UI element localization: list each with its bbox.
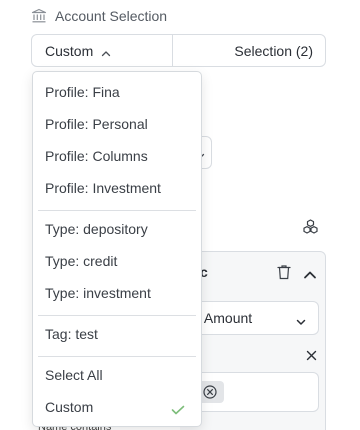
menu-item-profile-investment[interactable]: Profile: Investment (33, 174, 201, 202)
chevron-up-icon (101, 46, 111, 56)
menu-item-label: Profile: Investment (45, 180, 161, 196)
custom-dropdown-button[interactable]: Custom (32, 35, 173, 66)
chevron-down-icon (296, 314, 306, 325)
account-selection-panel: Account Selection Custom Selection (2) t… (0, 0, 360, 430)
selection-count-button[interactable]: Selection (2) (173, 35, 325, 66)
menu-item-label: Profile: Columns (45, 148, 148, 164)
menu-item-label: Tag: test (45, 326, 98, 342)
cubes-icon[interactable] (302, 219, 319, 235)
menu-divider (38, 210, 196, 211)
check-icon (171, 402, 185, 415)
menu-item-label: Profile: Personal (45, 116, 148, 132)
menu-item-tag-test[interactable]: Tag: test (33, 320, 201, 348)
section-header: Account Selection (31, 6, 167, 26)
menu-item-label: Type: credit (45, 253, 118, 269)
menu-divider (38, 315, 196, 316)
menu-divider (38, 356, 196, 357)
menu-item-label: Type: depository (45, 221, 148, 237)
menu-item-profile-columns[interactable]: Profile: Columns (33, 142, 201, 170)
menu-item-label: Type: investment (45, 285, 151, 301)
remove-tag-icon[interactable] (203, 385, 217, 399)
chevron-down-icon[interactable] (307, 424, 317, 430)
chevron-up-icon[interactable] (303, 267, 317, 279)
section-title: Account Selection (55, 8, 168, 24)
menu-item-profile-personal[interactable]: Profile: Personal (33, 110, 201, 138)
menu-item-select-all[interactable]: Select All (33, 361, 201, 389)
bank-icon (31, 8, 47, 24)
trash-icon[interactable] (277, 264, 291, 280)
close-icon[interactable] (306, 348, 317, 361)
selection-count-label: Selection (2) (234, 42, 313, 59)
menu-item-type-investment[interactable]: Type: investment (33, 279, 201, 307)
custom-dropdown-label: Custom (45, 42, 94, 59)
menu-item-label: Select All (45, 367, 103, 383)
menu-item-label: Custom (45, 399, 94, 415)
menu-item-label: Profile: Fina (45, 84, 120, 100)
menu-item-profile-fina[interactable]: Profile: Fina (33, 78, 201, 106)
menu-item-type-credit[interactable]: Type: credit (33, 247, 201, 275)
account-selection-toggle: Custom Selection (2) (31, 34, 326, 67)
menu-item-type-depository[interactable]: Type: depository (33, 215, 201, 243)
menu-item-custom[interactable]: Custom (33, 393, 201, 421)
account-selection-menu: Profile: Fina Profile: Personal Profile: C… (32, 71, 202, 427)
